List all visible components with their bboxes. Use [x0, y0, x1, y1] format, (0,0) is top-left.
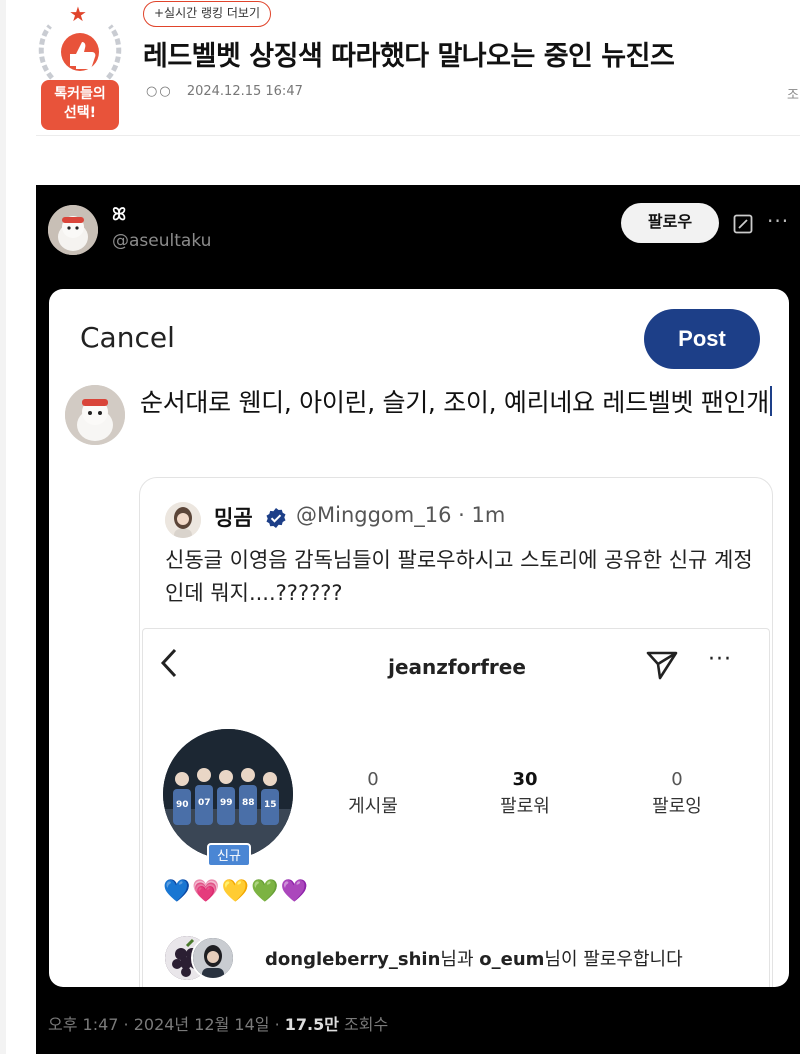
talker-choice-badge: ★ 톡커들의 선택! — [30, 2, 130, 130]
follow-button[interactable]: 팔로우 — [621, 203, 719, 243]
stat-followers-label: 팔로워 — [500, 796, 550, 817]
instagram-profile-picture: 90 07 99 88 15 — [163, 729, 293, 859]
tweet-timestamp: 오후 1:47 · 2024년 12월 14일 · — [48, 1015, 285, 1034]
dog-avatar-icon — [65, 385, 125, 445]
followed-by-user1: dongleberry_shin — [265, 949, 441, 970]
instagram-profile-screenshot: jeanzforfree ··· 90 07 99 88 15 신규 0 게시물… — [142, 628, 770, 987]
left-rule — [0, 0, 6, 1054]
tweet-embed: ꕤ @aseultaku 팔로우 ··· Cancel Post 순서대로 웬디… — [36, 185, 800, 1054]
followed-by-user2: o_eum — [479, 949, 545, 970]
article-title: 레드벨벳 상징색 따라했다 말나오는 중인 뉴진즈 — [143, 41, 675, 72]
tweet-author-name[interactable]: ꕤ — [112, 205, 126, 225]
follower-avatar-person — [191, 936, 235, 980]
stat-following: 0 팔로잉 — [627, 769, 727, 818]
followed-by-suffix: 님이 팔로우합니다 — [544, 949, 683, 970]
group-photo-icon: 90 07 99 88 15 — [163, 729, 293, 859]
more-options-icon: ··· — [708, 647, 732, 672]
stat-posts: 0 게시물 — [323, 769, 423, 818]
svg-text:07: 07 — [198, 798, 211, 808]
tweet-view-label: 조회수 — [338, 1015, 389, 1034]
text-caret — [769, 386, 772, 416]
article-timestamp: 2024.12.15 16:47 — [186, 84, 303, 99]
edit-icon[interactable] — [733, 214, 753, 234]
stat-following-label: 팔로잉 — [652, 796, 702, 817]
post-button[interactable]: Post — [644, 309, 760, 369]
followed-by-row: dongleberry_shin님과 o_eum님이 팔로우합니다 — [165, 936, 772, 986]
header-divider — [36, 135, 800, 136]
view-count-label: 조 — [787, 88, 799, 103]
followed-by-text: dongleberry_shin님과 o_eum님이 팔로우합니다 — [265, 945, 683, 971]
person-avatar-icon — [193, 938, 233, 978]
heart-emojis: 💙💗💛💚💜 — [163, 879, 310, 904]
more-options-icon[interactable]: ··· — [767, 209, 789, 233]
cancel-button[interactable]: Cancel — [80, 321, 175, 354]
badge-label: 톡커들의 선택! — [41, 80, 119, 130]
quoted-tweet[interactable]: 밍곰 @Minggom_16 · 1m 신동글 이영음 감독님들이 팔로우하시고… — [139, 477, 773, 987]
tweet-footer: 오후 1:47 · 2024년 12월 14일 · 17.5만 조회수 — [48, 1011, 388, 1035]
followed-by-connector: 님과 — [440, 949, 480, 970]
svg-text:15: 15 — [264, 800, 277, 810]
tweet-author-avatar[interactable] — [48, 205, 98, 255]
stat-followers: 30 팔로워 — [475, 769, 575, 818]
compose-text: 순서대로 웬디, 아이린, 슬기, 조이, 예리네요 레드벨벳 팬인개 — [140, 388, 769, 417]
badge-label-line2: 선택! — [63, 105, 97, 121]
article-meta: ○○ 2024.12.15 16:47 — [146, 84, 303, 99]
page: ★ 톡커들의 선택! +실시간 랭킹 더보기 레드벨벳 상징색 따라했다 말나오… — [0, 0, 800, 1054]
composer-avatar — [65, 385, 125, 445]
author-name: ○○ — [146, 84, 173, 99]
quoted-tweet-text: 신동글 이영음 감독님들이 팔로우하시고 스토리에 공유한 신규 계정인데 뭐지… — [165, 548, 753, 605]
quoted-author-handle: @Minggom_16 · 1m — [296, 503, 506, 527]
stat-following-value: 0 — [671, 769, 683, 790]
verified-badge-icon — [266, 508, 286, 528]
thumbs-up-wreath-icon — [38, 24, 122, 80]
stat-posts-value: 0 — [367, 769, 379, 790]
new-account-badge: 신규 — [207, 843, 251, 867]
svg-text:90: 90 — [176, 800, 189, 810]
tweet-author-handle[interactable]: @aseultaku — [112, 231, 211, 251]
svg-text:99: 99 — [220, 798, 233, 808]
send-icon — [646, 651, 678, 680]
compose-card: Cancel Post 순서대로 웬디, 아이린, 슬기, 조이, 예리네요 레… — [49, 289, 789, 987]
stat-followers-value: 30 — [512, 769, 538, 790]
realtime-ranking-link[interactable]: +실시간 랭킹 더보기 — [143, 1, 272, 27]
dog-avatar-icon — [48, 205, 98, 255]
person-avatar-icon — [165, 502, 201, 538]
svg-text:88: 88 — [242, 798, 255, 808]
badge-label-line1: 톡커들의 — [54, 86, 106, 102]
tweet-view-count: 17.5만 — [284, 1015, 339, 1034]
stat-posts-label: 게시물 — [348, 796, 398, 817]
quoted-author-name: 밍곰 — [214, 506, 253, 530]
quoted-author-avatar — [165, 502, 201, 538]
compose-textarea[interactable]: 순서대로 웬디, 아이린, 슬기, 조이, 예리네요 레드벨벳 팬인개 — [140, 383, 780, 423]
